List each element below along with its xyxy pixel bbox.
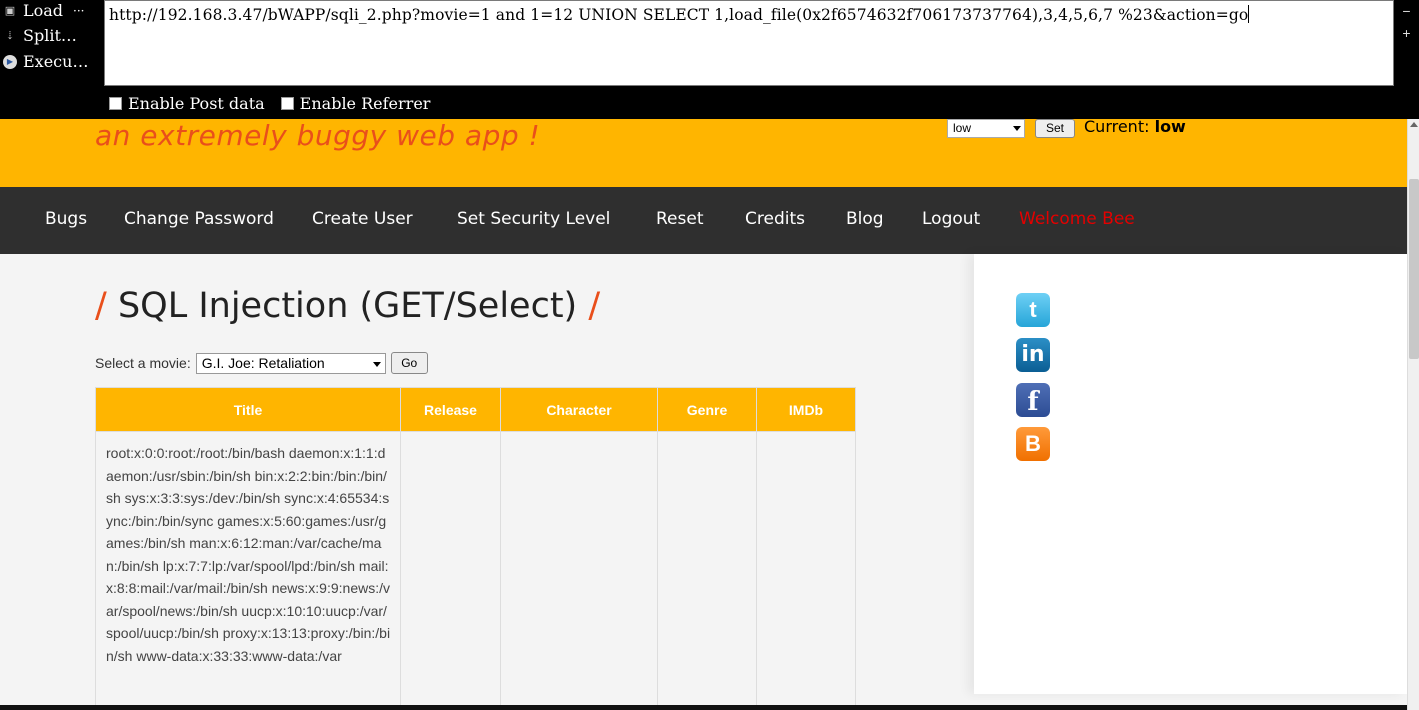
twitter-icon[interactable]: t (1016, 293, 1050, 327)
load-label: Load (23, 1, 64, 20)
url-text: http://192.168.3.47/bWAPP/sqli_2.php?mov… (109, 6, 1249, 24)
results-table: Title Release Character Genre IMDb root:… (95, 387, 856, 710)
collapse-icon[interactable]: − (1394, 0, 1419, 22)
nav-blog[interactable]: Blog (846, 209, 884, 229)
hackbar-options: Enable Post data Enable Referrer (109, 94, 430, 113)
current-value: low (1154, 117, 1186, 136)
nav-welcome-user: Welcome Bee (1019, 209, 1135, 229)
nav-change-password[interactable]: Change Password (124, 209, 274, 229)
site-header: an extremely buggy web app ! low Set Cur… (0, 117, 1407, 187)
main-content: / SQL Injection (GET/Select) / Select a … (0, 254, 1407, 710)
current-security-level: Current: low (1084, 117, 1186, 136)
linkedin-icon[interactable]: in (1016, 338, 1050, 372)
title-slash-right: / (588, 286, 601, 326)
chevron-down-icon (372, 361, 381, 367)
col-title: Title (95, 387, 401, 432)
url-textarea[interactable]: http://192.168.3.47/bWAPP/sqli_2.php?mov… (104, 0, 1394, 86)
cell-title: root:x:0:0:root:/root:/bin/bash daemon:x… (95, 431, 401, 710)
col-genre: Genre (657, 387, 757, 432)
page-title: / SQL Injection (GET/Select) / (95, 286, 600, 326)
cell-character (500, 431, 658, 710)
nav-credits[interactable]: Credits (745, 209, 805, 229)
page-scrollbar[interactable] (1407, 119, 1419, 710)
enable-post-label: Enable Post data (128, 94, 265, 113)
movie-select[interactable]: G.I. Joe: Retaliation (195, 352, 386, 374)
chevron-down-icon (1013, 126, 1021, 131)
load-icon: ▣ (4, 4, 16, 17)
bottom-edge (0, 705, 1407, 710)
nav-bugs[interactable]: Bugs (45, 209, 87, 229)
scrollbar-thumb[interactable] (1409, 179, 1419, 359)
nav-create-user[interactable]: Create User (312, 209, 413, 229)
execute-icon: ▶ (3, 55, 17, 69)
nav-logout[interactable]: Logout (922, 209, 980, 229)
blogger-icon[interactable]: B (1016, 427, 1050, 461)
table-row: root:x:0:0:root:/root:/bin/bash daemon:x… (95, 431, 856, 710)
load-url-button[interactable]: ▣ Load ··· (3, 0, 85, 22)
current-label: Current: (1084, 117, 1150, 136)
text-caret (1248, 5, 1250, 23)
execute-button[interactable]: ▶ Execu… (3, 51, 88, 73)
split-url-button[interactable]: ⇣ Split… (3, 25, 77, 47)
passwd-dump-text: root:x:0:0:root:/root:/bin/bash daemon:x… (106, 445, 391, 664)
select-movie-label: Select a movie: (95, 355, 191, 371)
cell-genre (657, 431, 757, 710)
facebook-icon[interactable]: f (1016, 383, 1050, 417)
load-menu-dots: ··· (73, 4, 85, 18)
col-release: Release (400, 387, 501, 432)
scroll-up-icon[interactable] (1410, 122, 1418, 127)
nav-reset[interactable]: Reset (656, 209, 704, 229)
movie-select-value: G.I. Joe: Retaliation (201, 354, 325, 371)
security-level-select[interactable]: low (947, 119, 1025, 138)
enable-post-option[interactable]: Enable Post data (109, 94, 265, 113)
nav-set-security-level[interactable]: Set Security Level (457, 209, 610, 229)
cell-release (400, 431, 501, 710)
expand-plus-icon[interactable]: + (1394, 22, 1419, 44)
enable-post-checkbox[interactable] (109, 97, 122, 110)
enable-referrer-checkbox[interactable] (280, 97, 294, 110)
execute-label: Execu… (23, 52, 89, 71)
hackbar-right-controls: − + (1394, 0, 1419, 86)
col-character: Character (500, 387, 658, 432)
set-security-button[interactable]: Set (1035, 119, 1075, 138)
main-nav: Bugs Change Password Create User Set Sec… (0, 187, 1407, 254)
movie-form: Select a movie: G.I. Joe: Retaliation Go (95, 352, 428, 374)
hackbar-toolbar: ▣ Load ··· ⇣ Split… ▶ Execu… http://192.… (0, 0, 1419, 119)
site-tagline: an extremely buggy web app ! (95, 119, 541, 152)
page-title-text: SQL Injection (GET/Select) (117, 286, 578, 326)
split-label: Split… (23, 26, 77, 45)
table-header-row: Title Release Character Genre IMDb (95, 387, 856, 432)
split-icon: ⇣ (5, 29, 15, 42)
go-button[interactable]: Go (390, 352, 428, 374)
title-slash-left: / (95, 286, 107, 326)
cell-imdb (756, 431, 856, 710)
enable-referrer-label: Enable Referrer (299, 94, 431, 113)
security-level-value: low (953, 121, 972, 135)
col-imdb: IMDb (756, 387, 856, 432)
enable-referrer-option[interactable]: Enable Referrer (280, 94, 431, 113)
